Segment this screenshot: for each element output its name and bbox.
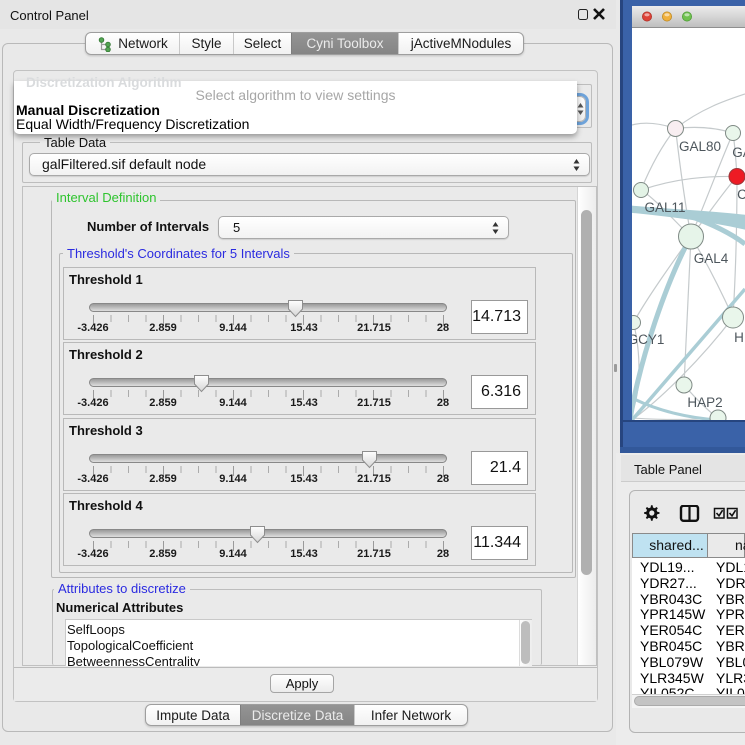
svg-text:C: C	[737, 187, 745, 202]
svg-text:GAL11: GAL11	[644, 200, 685, 215]
svg-text:GAL80: GAL80	[679, 139, 721, 154]
svg-text:GAL4: GAL4	[694, 251, 729, 266]
svg-text:H: H	[734, 330, 744, 345]
svg-text:GA: GA	[732, 145, 745, 160]
svg-text:GCY1: GCY1	[632, 332, 664, 347]
svg-text:HAP2: HAP2	[687, 395, 722, 410]
